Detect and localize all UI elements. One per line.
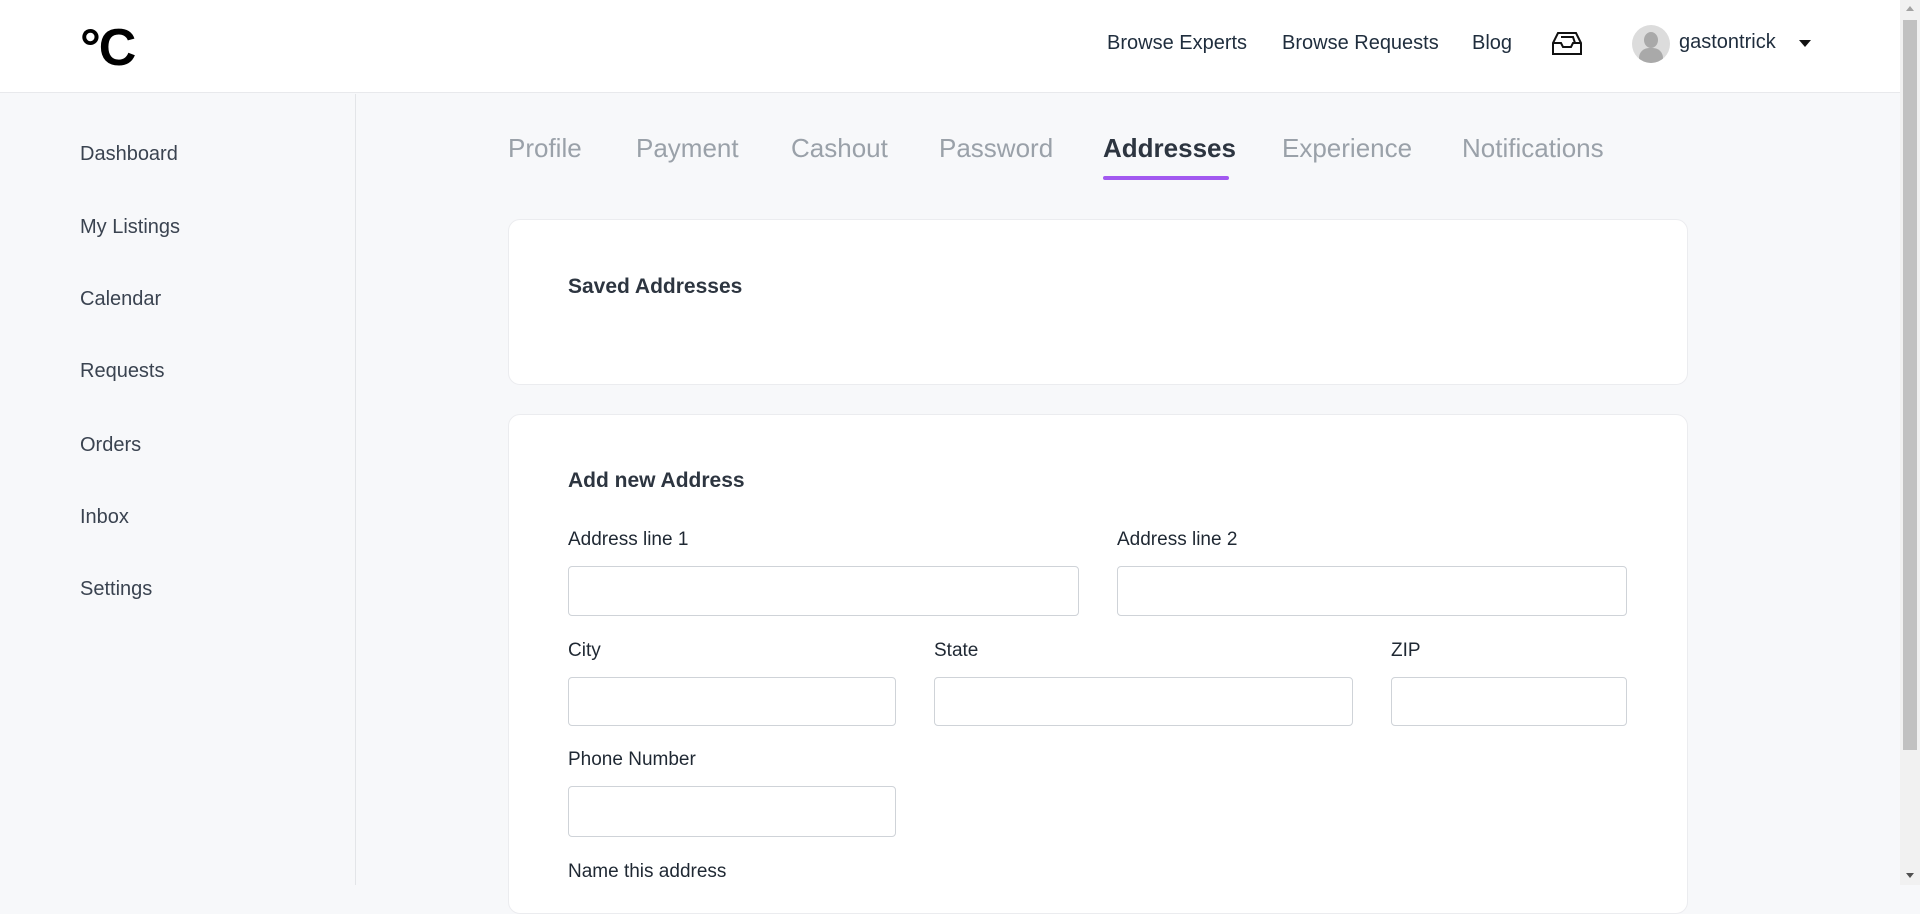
nav-browse-requests[interactable]: Browse Requests <box>1282 32 1439 55</box>
sidebar-item-settings[interactable]: Settings <box>80 578 152 601</box>
username-menu[interactable]: gastontrick <box>1679 31 1776 54</box>
tab-profile[interactable]: Profile <box>508 133 582 164</box>
phone-label: Phone Number <box>568 749 696 770</box>
chevron-down-icon[interactable] <box>1799 40 1811 47</box>
scroll-down-icon[interactable] <box>1906 873 1914 878</box>
tab-experience[interactable]: Experience <box>1282 133 1412 164</box>
tab-cashout[interactable]: Cashout <box>791 133 888 164</box>
tab-password[interactable]: Password <box>939 133 1053 164</box>
sidebar-item-dashboard[interactable]: Dashboard <box>80 143 178 166</box>
zip-input[interactable] <box>1391 677 1627 726</box>
address-line-1-input[interactable] <box>568 566 1079 616</box>
zip-label: ZIP <box>1391 640 1421 661</box>
sidebar-item-requests[interactable]: Requests <box>80 360 165 383</box>
saved-addresses-title: Saved Addresses <box>568 275 743 298</box>
scrollbar[interactable] <box>1900 0 1920 885</box>
state-label: State <box>934 640 979 661</box>
sidebar-item-inbox[interactable]: Inbox <box>80 506 129 529</box>
scroll-up-icon[interactable] <box>1906 6 1914 11</box>
phone-input[interactable] <box>568 786 896 837</box>
address-name-label: Name this address <box>568 861 727 882</box>
sidebar-item-orders[interactable]: Orders <box>80 434 141 457</box>
active-tab-indicator <box>1103 176 1229 180</box>
city-input[interactable] <box>568 677 896 726</box>
address-line-2-label: Address line 2 <box>1117 529 1238 550</box>
inbox-icon[interactable] <box>1551 31 1583 57</box>
scrollbar-thumb[interactable] <box>1903 20 1917 750</box>
nav-browse-experts[interactable]: Browse Experts <box>1107 32 1247 55</box>
add-address-title: Add new Address <box>568 469 745 492</box>
tab-notifications[interactable]: Notifications <box>1462 133 1604 164</box>
avatar[interactable] <box>1632 25 1670 63</box>
nav-blog[interactable]: Blog <box>1472 32 1512 55</box>
logo[interactable]: °C <box>80 18 136 78</box>
sidebar: Dashboard My Listings Calendar Requests … <box>0 94 356 885</box>
top-header: °C Browse Experts Browse Requests Blog g… <box>0 0 1900 93</box>
address-line-1-label: Address line 1 <box>568 529 689 550</box>
city-label: City <box>568 640 601 661</box>
sidebar-item-my-listings[interactable]: My Listings <box>80 216 180 239</box>
tab-payment[interactable]: Payment <box>636 133 739 164</box>
sidebar-item-calendar[interactable]: Calendar <box>80 288 161 311</box>
address-line-2-input[interactable] <box>1117 566 1627 616</box>
tab-addresses[interactable]: Addresses <box>1103 133 1236 164</box>
saved-addresses-card <box>508 219 1688 385</box>
state-input[interactable] <box>934 677 1353 726</box>
